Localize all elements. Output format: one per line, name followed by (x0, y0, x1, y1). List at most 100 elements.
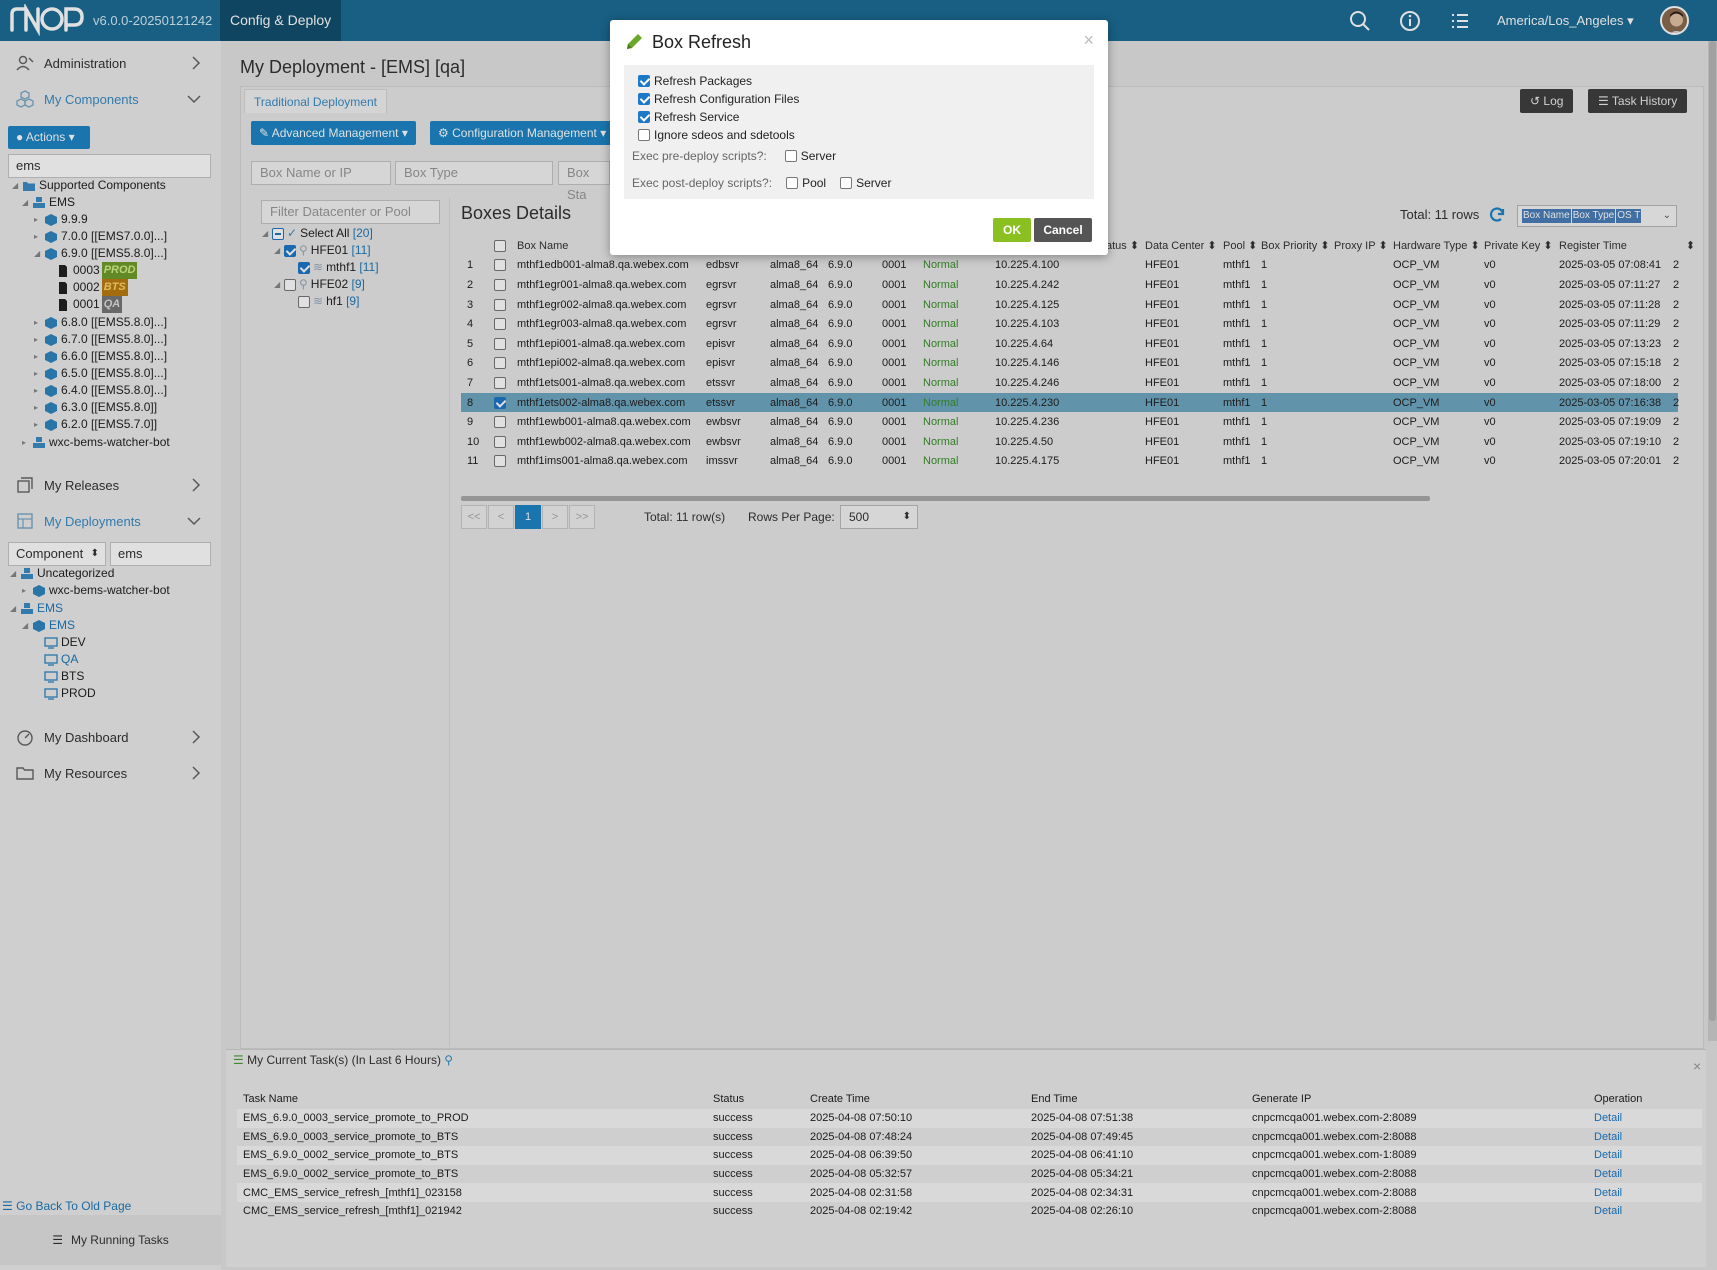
sidebar-item-administration[interactable]: Administration (0, 46, 221, 80)
col-header[interactable]: Box Name (517, 240, 568, 252)
tree-node-bot[interactable]: ▸ wxc-bems-watcher-bot (22, 582, 170, 599)
tree-node-ems-group[interactable]: ◢ EMS (10, 600, 63, 617)
table-row[interactable]: 6 mthf1epi002-alma8.qa.webex.com episvr alm… (461, 354, 1679, 374)
refresh-service-checkbox[interactable] (638, 111, 650, 123)
tab-traditional-deployment[interactable]: Traditional Deployment (244, 89, 387, 113)
refresh-icon[interactable] (1488, 206, 1506, 224)
table-row[interactable]: 9 mthf1ewb001-alma8.qa.webex.com ewbsvr alm… (461, 412, 1679, 432)
tree-node-version[interactable]: ▸ 9.9.9 (34, 211, 88, 228)
col-header[interactable]: Data Center ⬍ (1145, 239, 1217, 252)
detail-link[interactable]: Detail (1594, 1131, 1622, 1143)
tree-node-uncategorized[interactable]: ◢ Uncategorized (10, 565, 114, 582)
refresh-packages-checkbox[interactable] (638, 75, 650, 87)
close-icon[interactable]: × (1083, 30, 1094, 51)
sidebar-item-my-releases[interactable]: My Releases (0, 468, 221, 502)
refresh-config-checkbox[interactable] (638, 93, 650, 105)
pager-last-button[interactable]: >> (569, 505, 595, 529)
tree-node-version[interactable]: ▸ 6.4.0 [[EMS5.8.0]...] (34, 382, 167, 399)
app-logo-icon[interactable] (8, 4, 88, 36)
deployment-filter-type-select[interactable]: Component ⬍ (8, 542, 106, 566)
cancel-button[interactable]: Cancel (1034, 218, 1092, 242)
row-checkbox[interactable] (494, 298, 506, 311)
row-checkbox[interactable] (494, 357, 506, 370)
table-row[interactable]: 11 mthf1ims001-alma8.qa.webex.com imssvr al… (461, 452, 1679, 472)
mthf1-checkbox[interactable] (298, 261, 310, 274)
tree-node-bot[interactable]: ▸ wxc-bems-watcher-bot (22, 434, 170, 451)
task-history-button[interactable]: ☰ Task History (1588, 89, 1688, 113)
hfe02-checkbox[interactable] (284, 278, 296, 291)
box-type-filter-input[interactable]: Box Type (395, 161, 553, 185)
horizontal-scrollbar[interactable] (461, 496, 1430, 501)
datacenter-filter-input[interactable]: Filter Datacenter or Pool (261, 200, 440, 224)
box-status-filter-input[interactable]: Box Sta (558, 161, 610, 202)
tree-node-hfe01[interactable]: ◢ ⚲ HFE01 [11] (274, 242, 371, 259)
tab-config-deploy[interactable]: Config & Deploy (220, 0, 342, 41)
ignore-sdeos-checkbox[interactable] (638, 129, 650, 141)
pager-next-button[interactable]: > (542, 505, 568, 529)
detail-link[interactable]: Detail (1594, 1205, 1622, 1217)
component-search-input[interactable]: ems (8, 154, 211, 178)
table-row[interactable]: 1 mthf1edb001-alma8.qa.webex.com edbsvr alm… (461, 256, 1679, 276)
table-row[interactable]: 8 mthf1ets002-alma8.qa.webex.com etssvr alm… (461, 392, 1679, 413)
table-row[interactable]: 4 mthf1egr003-alma8.qa.webex.com egrsvr alm… (461, 314, 1679, 334)
tree-node-ems[interactable]: ◢ EMS (22, 194, 75, 211)
select-all-checkbox[interactable] (272, 227, 284, 240)
go-back-old-page-link[interactable]: ☰ Go Back To Old Page (2, 1199, 131, 1213)
pager-first-button[interactable]: << (461, 505, 487, 529)
timezone-select[interactable]: America/Los_Angeles ▾ (1497, 13, 1634, 29)
table-row[interactable]: 5 mthf1epi001-alma8.qa.webex.com episvr alm… (461, 334, 1679, 354)
row-checkbox[interactable] (494, 377, 506, 390)
col-header[interactable]: Pool ⬍ (1223, 239, 1257, 252)
detail-link[interactable]: Detail (1594, 1168, 1622, 1180)
table-row[interactable]: 3 mthf1egr002-alma8.qa.webex.com egrsvr alm… (461, 295, 1679, 315)
tree-node-env-prod[interactable]: PROD (44, 685, 96, 702)
advanced-management-button[interactable]: ✎ Advanced Management ▾ (251, 121, 416, 145)
tree-node-env-qa[interactable]: QA (44, 651, 78, 668)
ignore-sdeos-option[interactable]: Ignore sdeos and sdetools (638, 128, 795, 142)
refresh-packages-option[interactable]: Refresh Packages (638, 74, 752, 88)
tree-node-env-bts[interactable]: BTS (44, 668, 84, 685)
actions-button[interactable]: ● Actions ▾ (8, 126, 90, 149)
search-icon[interactable] (1348, 9, 1372, 33)
select-all-rows-checkbox[interactable] (494, 239, 506, 252)
hf1-checkbox[interactable] (298, 295, 310, 308)
tree-node-supported-components[interactable]: ◢ Supported Components (12, 177, 166, 194)
tree-node-version[interactable]: ▸ 6.3.0 [[EMS5.8.0]] (34, 399, 157, 416)
post-deploy-pool-checkbox[interactable] (786, 177, 799, 189)
col-header[interactable]: Proxy IP ⬍ (1334, 239, 1388, 252)
col-header[interactable]: atus ⬍ (1106, 239, 1139, 252)
deployment-filter-input[interactable]: ems (110, 542, 211, 566)
tree-select-all[interactable]: ◢ ✓ Select All [20] (262, 225, 373, 242)
hfe01-checkbox[interactable] (284, 244, 296, 257)
col-header[interactable]: Hardware Type ⬍ (1393, 239, 1480, 252)
tree-node-version[interactable]: ▸ 7.0.0 [[EMS7.0.0]...] (34, 228, 167, 245)
tree-node-env-dev[interactable]: DEV (44, 634, 86, 651)
row-checkbox[interactable] (494, 416, 506, 429)
vertical-scrollbar[interactable] (1708, 41, 1717, 1041)
sidebar-item-my-deployments[interactable]: My Deployments (0, 504, 221, 538)
tree-node-mthf1[interactable]: ≋ mthf1 [11] (298, 259, 379, 276)
sidebar-item-my-resources[interactable]: My Resources (0, 756, 221, 790)
tree-node-ems[interactable]: ◢ EMS (22, 617, 75, 634)
zoom-icon[interactable]: ⚲ (444, 1053, 453, 1067)
list-icon[interactable] (1448, 9, 1472, 33)
column-chip[interactable]: Box Name (1522, 209, 1571, 223)
row-checkbox[interactable] (494, 318, 506, 331)
tree-node-hf1[interactable]: ≋ hf1 [9] (298, 293, 359, 310)
tree-node-build[interactable]: 0003 PROD (56, 262, 138, 279)
tree-node-version[interactable]: ◢ 6.9.0 [[EMS5.8.0]...] (34, 245, 167, 262)
ok-button[interactable]: OK (993, 218, 1031, 242)
row-checkbox[interactable] (494, 337, 506, 350)
tree-node-hfe02[interactable]: ◢ ⚲ HFE02 [9] (274, 276, 365, 293)
pager-page-button[interactable]: 1 (515, 505, 541, 529)
column-selector[interactable]: Box Name Box Type OS T ⌄ (1517, 205, 1677, 227)
row-checkbox[interactable] (494, 259, 506, 272)
row-checkbox[interactable] (494, 435, 506, 448)
tree-node-version[interactable]: ▸ 6.2.0 [[EMS5.7.0]] (34, 416, 157, 433)
pre-deploy-server-checkbox[interactable] (784, 150, 797, 162)
detail-link[interactable]: Detail (1594, 1187, 1622, 1199)
rows-per-page-select[interactable]: 500 ⬍ (840, 505, 918, 529)
tree-node-build[interactable]: 0001 QA (56, 296, 123, 313)
table-row[interactable]: 7 mthf1ets001-alma8.qa.webex.com etssvr alm… (461, 373, 1679, 393)
column-chip[interactable]: OS T (1616, 209, 1642, 223)
